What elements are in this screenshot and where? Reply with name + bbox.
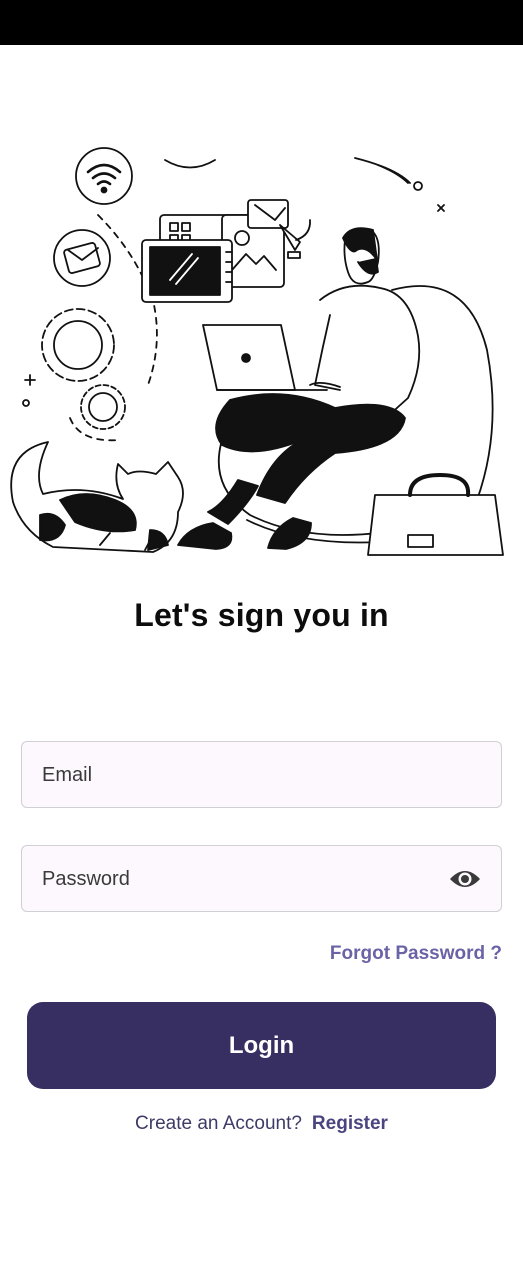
- forgot-password-link[interactable]: Forgot Password ?: [330, 943, 502, 965]
- eye-icon[interactable]: [449, 866, 481, 892]
- status-bar: [0, 0, 523, 45]
- page-title: Let's sign you in: [134, 597, 389, 633]
- email-placeholder: Email: [42, 764, 93, 786]
- create-account-prompt: Create an Account?: [135, 1113, 302, 1134]
- person-working-illustration: [10, 147, 504, 556]
- password-placeholder: Password: [42, 868, 130, 890]
- register-row: Create an Account? Register: [0, 1113, 523, 1135]
- register-link[interactable]: Register: [312, 1113, 388, 1134]
- login-button[interactable]: Login: [27, 1002, 496, 1089]
- password-field[interactable]: Password: [21, 845, 502, 912]
- email-field[interactable]: Email: [21, 741, 502, 808]
